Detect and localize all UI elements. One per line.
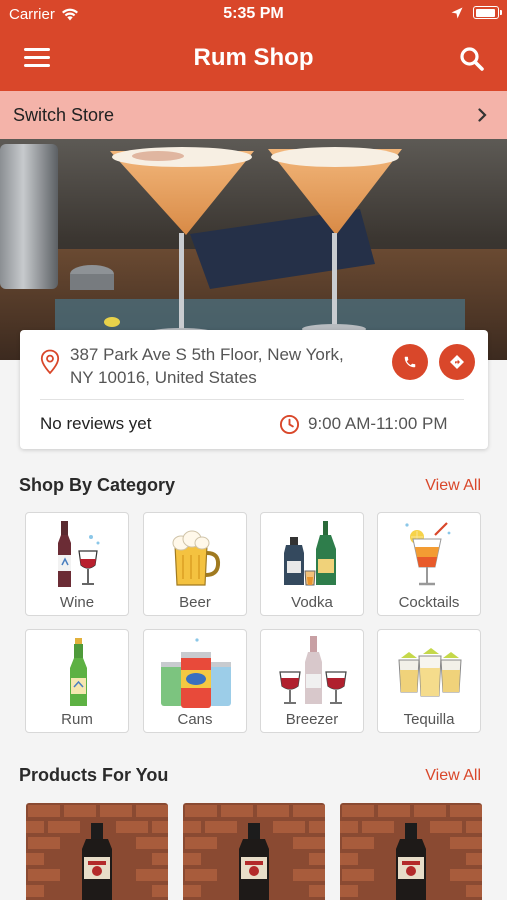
category-label: Beer [179,594,211,611]
category-vodka[interactable]: Vodka [260,512,364,616]
category-label: Wine [59,594,95,611]
product-card[interactable] [340,803,482,900]
call-button[interactable] [392,344,428,380]
store-info-card: 387 Park Ave S 5th Floor, New York, NY 1… [20,330,488,449]
page-title: Rum Shop [193,44,314,71]
category-cans[interactable]: Cans [143,629,247,733]
search-icon[interactable] [459,46,485,72]
category-label: Cans [177,711,213,728]
shop-by-category-title: Shop By Category [19,475,176,495]
category-label: Breezer [285,711,339,728]
product-card[interactable] [26,803,168,900]
cans-icon [161,638,231,708]
phone-icon [404,356,416,368]
reviews-text: No reviews yet [40,414,152,433]
category-breezer[interactable]: Breezer [260,629,364,733]
switch-store-label: Switch Store [13,105,115,125]
product-image [26,803,168,900]
products-for-you-title: Products For You [19,765,169,785]
product-card[interactable] [183,803,325,900]
switch-store-bar[interactable]: Switch Store [0,91,507,139]
card-divider [40,399,464,400]
location-arrow-icon [451,7,463,18]
clock-icon [279,414,300,435]
battery-icon [473,6,502,19]
product-image [340,803,482,900]
directions-button[interactable] [439,344,475,380]
breezer-icon [279,636,347,704]
products-view-all-link[interactable]: View All [425,767,481,785]
chevron-right-icon [478,108,487,122]
nav-bar: Rum Shop [0,36,507,82]
directions-icon [450,355,464,369]
vodka-icon [284,521,336,586]
battery-level [475,8,496,17]
tequilla-icon [398,648,462,697]
address-line-2: NY 10016, United States [70,368,257,387]
clock-time: 5:35 PM [223,5,284,22]
store-hours: 9:00 AM-11:00 PM [308,414,448,433]
app-header: Carrier 5:35 PM Rum Shop [0,0,507,91]
beer-icon [172,530,221,586]
category-label: Cocktails [398,594,460,611]
wine-icon [58,521,100,587]
category-tequilla[interactable]: Tequilla [377,629,481,733]
category-label: Tequilla [403,711,455,728]
category-label: Vodka [291,594,333,611]
store-address: 387 Park Ave S 5th Floor, New York, NY 1… [70,343,370,389]
address-line-1: 387 Park Ave S 5th Floor, New York, [70,345,344,364]
category-rum[interactable]: Rum [25,629,129,733]
category-label: Rum [61,711,93,728]
status-bar: Carrier 5:35 PM [0,0,507,28]
category-cocktails[interactable]: Cocktails [377,512,481,616]
location-pin-icon [40,349,60,375]
cocktails-icon [405,522,451,586]
categories-view-all-link[interactable]: View All [425,477,481,495]
product-image [183,803,325,900]
category-wine[interactable]: Wine [25,512,129,616]
category-beer[interactable]: Beer [143,512,247,616]
store-banner-image [0,139,507,360]
rum-icon [70,638,87,706]
